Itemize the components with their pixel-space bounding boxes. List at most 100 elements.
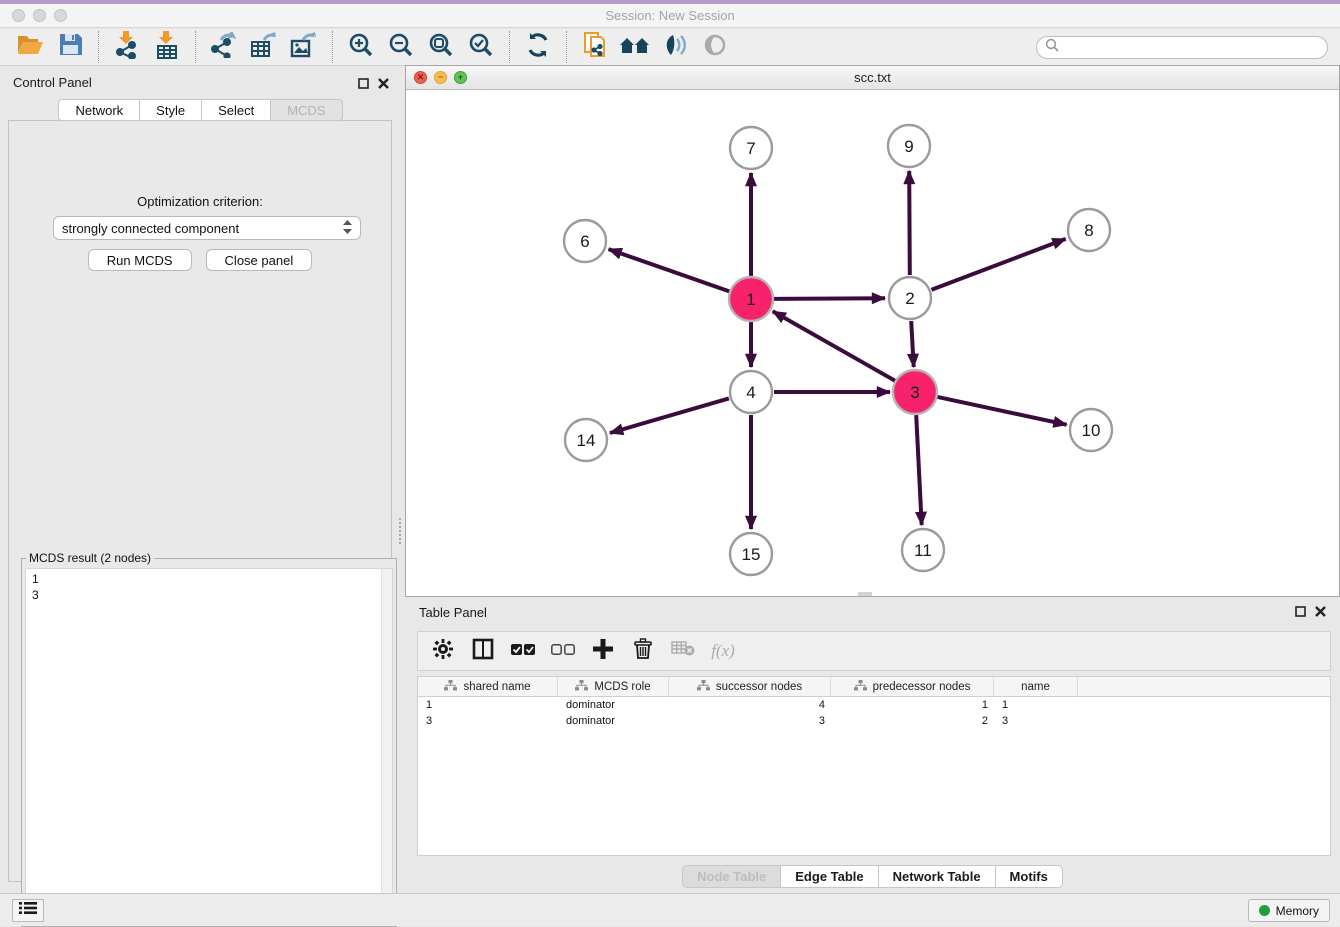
svg-text:2: 2 xyxy=(905,289,914,308)
edge-2-8[interactable] xyxy=(932,239,1066,290)
style-brush-button[interactable] xyxy=(655,31,695,63)
import-network-button[interactable] xyxy=(107,31,147,63)
node-7[interactable]: 7 xyxy=(730,127,772,169)
run-mcds-button[interactable]: Run MCDS xyxy=(88,249,192,271)
table-tabs: Node TableEdge TableNetwork TableMotifs xyxy=(405,865,1340,888)
window-resize-handle[interactable] xyxy=(858,592,872,596)
edge-2-3[interactable] xyxy=(911,321,914,367)
tab-motifs[interactable]: Motifs xyxy=(995,865,1063,888)
tab-style[interactable]: Style xyxy=(139,99,202,121)
table-row[interactable]: 3dominator323 xyxy=(418,713,1330,729)
toolbar-separator xyxy=(332,31,333,63)
node-6[interactable]: 6 xyxy=(564,220,606,262)
close-panel-button[interactable]: Close panel xyxy=(206,249,313,271)
edge-2-9[interactable] xyxy=(909,171,910,275)
zoom-in-button[interactable] xyxy=(341,31,381,63)
zoom-out-button[interactable] xyxy=(381,31,421,63)
svg-text:15: 15 xyxy=(742,545,761,564)
cell-MCDS-role[interactable]: dominator xyxy=(558,713,669,729)
add-column-button[interactable] xyxy=(590,638,616,664)
style-brush-icon xyxy=(661,33,689,62)
edge-1-6[interactable] xyxy=(609,249,730,291)
node-2[interactable]: 2 xyxy=(889,277,931,319)
edge-3-11[interactable] xyxy=(916,415,922,525)
zoom-selected-button[interactable] xyxy=(461,31,501,63)
main-toolbar xyxy=(0,29,1340,66)
table-row[interactable]: 1dominator411 xyxy=(418,697,1330,713)
plus-icon xyxy=(593,639,613,664)
node-1[interactable]: 1 xyxy=(729,277,773,321)
network-canvas[interactable]: 7 9 6 8 1 2 4 3 14 10 15 11 xyxy=(406,90,1339,596)
table-header-row: shared nameMCDS rolesuccessor nodesprede… xyxy=(418,677,1330,697)
node-9[interactable]: 9 xyxy=(888,125,930,167)
edge-1-2[interactable] xyxy=(774,298,885,299)
zoom-fit-button[interactable] xyxy=(421,31,461,63)
search-input[interactable] xyxy=(1064,41,1319,55)
refresh-button[interactable] xyxy=(518,31,558,63)
export-image-button[interactable] xyxy=(284,31,324,63)
function-builder-button[interactable]: f(x) xyxy=(710,638,736,664)
edge-3-10[interactable] xyxy=(938,397,1067,425)
node-8[interactable]: 8 xyxy=(1068,209,1110,251)
cell-name[interactable]: 1 xyxy=(994,697,1078,713)
column-header-predecessor-nodes[interactable]: predecessor nodes xyxy=(831,677,994,697)
tab-mcds[interactable]: MCDS xyxy=(270,99,342,121)
node-15[interactable]: 15 xyxy=(730,533,772,575)
edge-3-1[interactable] xyxy=(773,311,895,380)
svg-text:10: 10 xyxy=(1082,421,1101,440)
node-10[interactable]: 10 xyxy=(1070,409,1112,451)
cell-MCDS-role[interactable]: dominator xyxy=(558,697,669,713)
cell-predecessor-nodes[interactable]: 2 xyxy=(831,713,994,729)
tab-network-table[interactable]: Network Table xyxy=(878,865,996,888)
float-panel-icon[interactable] xyxy=(358,76,369,94)
node-14[interactable]: 14 xyxy=(565,419,607,461)
network-graph: 7 9 6 8 1 2 4 3 14 10 15 11 xyxy=(406,90,1339,596)
table-settings-button[interactable] xyxy=(430,638,456,664)
memory-button[interactable]: Memory xyxy=(1248,899,1330,922)
result-scrollbar[interactable] xyxy=(381,569,392,922)
tab-edge-table[interactable]: Edge Table xyxy=(780,865,878,888)
column-header-successor-nodes[interactable]: successor nodes xyxy=(669,677,831,697)
show-columns-button[interactable] xyxy=(470,638,496,664)
export-network-button[interactable] xyxy=(204,31,244,63)
open-session-button[interactable] xyxy=(10,31,50,63)
import-network-icon xyxy=(115,31,139,64)
memory-status-icon xyxy=(1259,905,1270,916)
clone-network-icon xyxy=(583,31,607,64)
double-home-button[interactable] xyxy=(615,31,655,63)
delete-table-button[interactable] xyxy=(670,638,696,664)
tab-select[interactable]: Select xyxy=(201,99,271,121)
export-table-button[interactable] xyxy=(244,31,284,63)
import-table-button[interactable] xyxy=(147,31,187,63)
tab-node-table[interactable]: Node Table xyxy=(682,865,781,888)
save-session-button[interactable] xyxy=(50,31,90,63)
node-3[interactable]: 3 xyxy=(893,370,937,414)
cell-successor-nodes[interactable]: 4 xyxy=(669,697,831,713)
optimization-dropdown[interactable]: strongly connected component xyxy=(53,216,361,240)
task-history-button[interactable] xyxy=(12,899,44,922)
select-all-button[interactable] xyxy=(510,638,536,664)
close-panel-icon[interactable] xyxy=(378,76,389,94)
column-header-MCDS-role[interactable]: MCDS role xyxy=(558,677,669,697)
close-panel-icon[interactable] xyxy=(1315,604,1326,622)
column-header-name[interactable]: name xyxy=(994,677,1078,697)
deselect-all-button[interactable] xyxy=(550,638,576,664)
float-panel-icon[interactable] xyxy=(1295,604,1306,622)
cell-successor-nodes[interactable]: 3 xyxy=(669,713,831,729)
edge-4-14[interactable] xyxy=(610,398,729,433)
clone-network-button[interactable] xyxy=(575,31,615,63)
cell-shared-name[interactable]: 1 xyxy=(418,697,558,713)
delete-column-button[interactable] xyxy=(630,638,656,664)
tab-network[interactable]: Network xyxy=(58,99,140,121)
zoom-selected-icon xyxy=(468,32,494,63)
cell-name[interactable]: 3 xyxy=(994,713,1078,729)
eye-button[interactable] xyxy=(695,31,735,63)
refresh-icon xyxy=(526,33,550,62)
node-4[interactable]: 4 xyxy=(730,371,772,413)
column-header-shared-name[interactable]: shared name xyxy=(418,677,558,697)
cell-shared-name[interactable]: 3 xyxy=(418,713,558,729)
table-body: 1dominator4113dominator323 xyxy=(418,697,1330,729)
panel-divider-handle[interactable] xyxy=(399,518,404,544)
cell-predecessor-nodes[interactable]: 1 xyxy=(831,697,994,713)
node-11[interactable]: 11 xyxy=(902,529,944,571)
